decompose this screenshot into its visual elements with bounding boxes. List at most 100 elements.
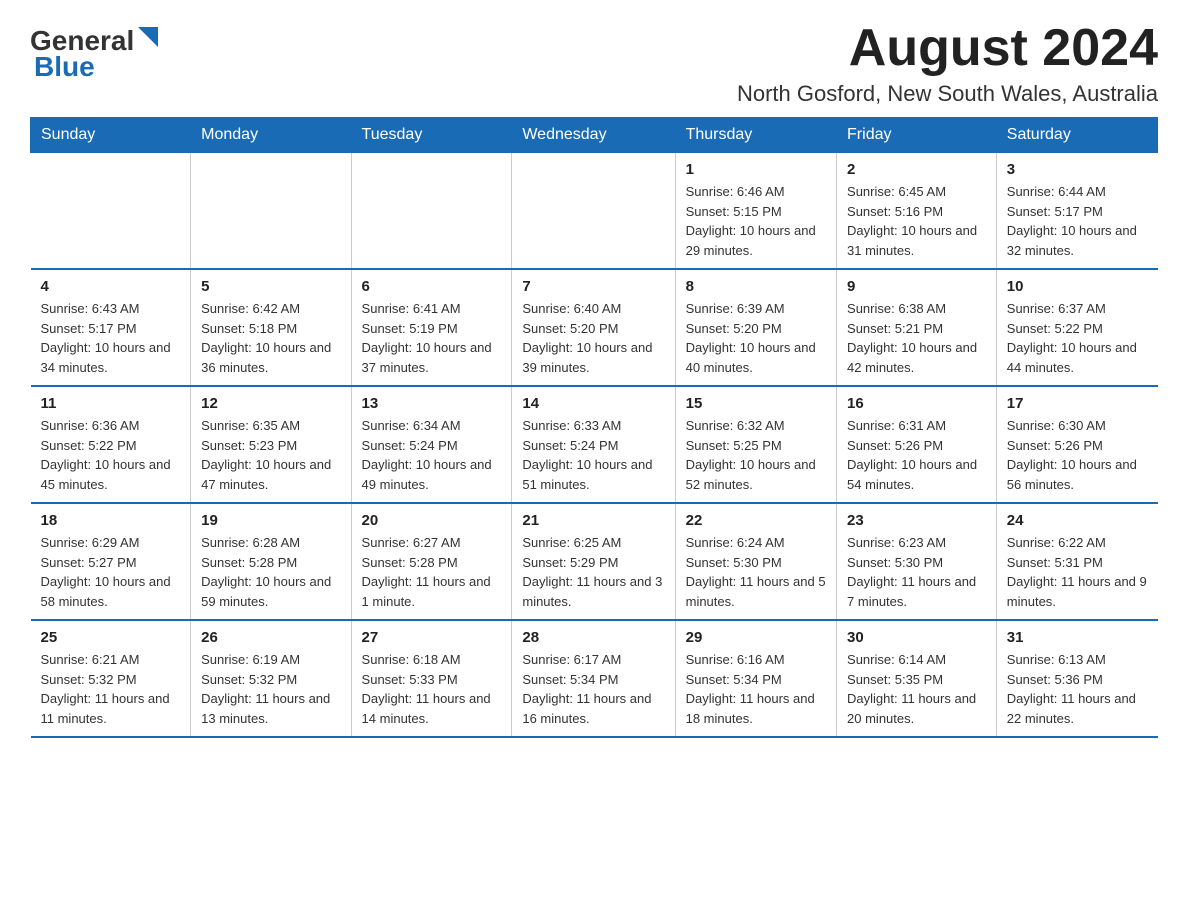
day-info: Sunrise: 6:13 AMSunset: 5:36 PMDaylight:… — [1007, 650, 1148, 728]
calendar-header-friday: Friday — [837, 118, 997, 153]
calendar-day-cell: 27 Sunrise: 6:18 AMSunset: 5:33 PMDayligh… — [351, 620, 512, 737]
day-info: Sunrise: 6:25 AMSunset: 5:29 PMDaylight:… — [522, 533, 664, 611]
day-number: 27 — [362, 629, 502, 646]
calendar-day-cell: 12 Sunrise: 6:35 AMSunset: 5:23 PMDayligh… — [191, 386, 351, 503]
calendar-header-row: SundayMondayTuesdayWednesdayThursdayFrid… — [31, 118, 1158, 153]
calendar-day-cell: 14Sunrise: 6:33 AMSunset: 5:24 PMDayligh… — [512, 386, 675, 503]
calendar-day-cell: 16Sunrise: 6:31 AMSunset: 5:26 PMDayligh… — [837, 386, 997, 503]
title-section: August 2024 North Gosford, New South Wal… — [737, 20, 1158, 107]
calendar-header-monday: Monday — [191, 118, 351, 153]
day-info: Sunrise: 6:44 AMSunset: 5:17 PMDaylight:… — [1007, 182, 1148, 260]
day-info: Sunrise: 6:23 AMSunset: 5:30 PMDaylight:… — [847, 533, 986, 611]
calendar-day-cell — [31, 153, 191, 270]
day-info: Sunrise: 6:18 AMSunset: 5:33 PMDaylight:… — [362, 650, 502, 728]
day-info: Sunrise: 6:19 AMSunset: 5:32 PMDaylight:… — [201, 650, 340, 728]
calendar-day-cell: 2Sunrise: 6:45 AMSunset: 5:16 PMDaylight… — [837, 153, 997, 270]
day-number: 29 — [686, 629, 826, 646]
day-info: Sunrise: 6:41 AMSunset: 5:19 PMDaylight:… — [362, 299, 502, 377]
day-info: Sunrise: 6:43 AMSunset: 5:17 PMDaylight:… — [41, 299, 181, 377]
calendar-day-cell: 18 Sunrise: 6:29 AMSunset: 5:27 PMDayligh… — [31, 503, 191, 620]
day-info: Sunrise: 6:37 AMSunset: 5:22 PMDaylight:… — [1007, 299, 1148, 377]
calendar-day-cell: 1 Sunrise: 6:46 AMSunset: 5:15 PMDaylight… — [675, 153, 836, 270]
day-info: Sunrise: 6:22 AMSunset: 5:31 PMDaylight:… — [1007, 533, 1148, 611]
day-number: 20 — [362, 512, 502, 529]
month-title: August 2024 — [737, 20, 1158, 77]
day-number: 5 — [201, 278, 340, 295]
calendar-day-cell: 4 Sunrise: 6:43 AMSunset: 5:17 PMDaylight… — [31, 269, 191, 386]
day-info: Sunrise: 6:38 AMSunset: 5:21 PMDaylight:… — [847, 299, 986, 377]
day-number: 22 — [686, 512, 826, 529]
day-number: 18 — [41, 512, 181, 529]
day-number: 24 — [1007, 512, 1148, 529]
calendar-day-cell: 25 Sunrise: 6:21 AMSunset: 5:32 PMDayligh… — [31, 620, 191, 737]
day-info: Sunrise: 6:40 AMSunset: 5:20 PMDaylight:… — [522, 299, 664, 377]
calendar-day-cell: 31 Sunrise: 6:13 AMSunset: 5:36 PMDayligh… — [996, 620, 1157, 737]
day-number: 6 — [362, 278, 502, 295]
day-number: 10 — [1007, 278, 1148, 295]
calendar-header-tuesday: Tuesday — [351, 118, 512, 153]
calendar-week-row: 11Sunrise: 6:36 AMSunset: 5:22 PMDayligh… — [31, 386, 1158, 503]
calendar-day-cell — [191, 153, 351, 270]
day-info: Sunrise: 6:21 AMSunset: 5:32 PMDaylight:… — [41, 650, 181, 728]
calendar-header-saturday: Saturday — [996, 118, 1157, 153]
calendar-week-row: 4 Sunrise: 6:43 AMSunset: 5:17 PMDaylight… — [31, 269, 1158, 386]
day-info: Sunrise: 6:14 AMSunset: 5:35 PMDaylight:… — [847, 650, 986, 728]
calendar-day-cell: 11Sunrise: 6:36 AMSunset: 5:22 PMDayligh… — [31, 386, 191, 503]
day-info: Sunrise: 6:17 AMSunset: 5:34 PMDaylight:… — [522, 650, 664, 728]
day-number: 1 — [686, 161, 826, 178]
day-number: 25 — [41, 629, 181, 646]
calendar-day-cell: 17Sunrise: 6:30 AMSunset: 5:26 PMDayligh… — [996, 386, 1157, 503]
day-number: 16 — [847, 395, 986, 412]
day-info: Sunrise: 6:24 AMSunset: 5:30 PMDaylight:… — [686, 533, 826, 611]
day-number: 8 — [686, 278, 826, 295]
calendar-day-cell: 5 Sunrise: 6:42 AMSunset: 5:18 PMDaylight… — [191, 269, 351, 386]
calendar-day-cell: 6 Sunrise: 6:41 AMSunset: 5:19 PMDaylight… — [351, 269, 512, 386]
day-info: Sunrise: 6:42 AMSunset: 5:18 PMDaylight:… — [201, 299, 340, 377]
day-number: 30 — [847, 629, 986, 646]
day-number: 21 — [522, 512, 664, 529]
calendar-header-wednesday: Wednesday — [512, 118, 675, 153]
calendar-header-thursday: Thursday — [675, 118, 836, 153]
logo-blue-text: Blue — [34, 51, 95, 83]
day-number: 31 — [1007, 629, 1148, 646]
day-info: Sunrise: 6:39 AMSunset: 5:20 PMDaylight:… — [686, 299, 826, 377]
calendar-day-cell: 29 Sunrise: 6:16 AMSunset: 5:34 PMDayligh… — [675, 620, 836, 737]
day-number: 4 — [41, 278, 181, 295]
calendar-day-cell: 26Sunrise: 6:19 AMSunset: 5:32 PMDayligh… — [191, 620, 351, 737]
day-info: Sunrise: 6:33 AMSunset: 5:24 PMDaylight:… — [522, 416, 664, 494]
day-number: 13 — [362, 395, 502, 412]
calendar-day-cell — [512, 153, 675, 270]
day-number: 23 — [847, 512, 986, 529]
calendar-day-cell: 13 Sunrise: 6:34 AMSunset: 5:24 PMDayligh… — [351, 386, 512, 503]
day-number: 19 — [201, 512, 340, 529]
calendar-day-cell: 22 Sunrise: 6:24 AMSunset: 5:30 PMDayligh… — [675, 503, 836, 620]
day-info: Sunrise: 6:46 AMSunset: 5:15 PMDaylight:… — [686, 182, 826, 260]
day-info: Sunrise: 6:30 AMSunset: 5:26 PMDaylight:… — [1007, 416, 1148, 494]
calendar-day-cell: 15 Sunrise: 6:32 AMSunset: 5:25 PMDayligh… — [675, 386, 836, 503]
page-header: General Blue August 2024 North Gosford, … — [30, 20, 1158, 107]
calendar-day-cell — [351, 153, 512, 270]
day-info: Sunrise: 6:29 AMSunset: 5:27 PMDaylight:… — [41, 533, 181, 611]
day-info: Sunrise: 6:27 AMSunset: 5:28 PMDaylight:… — [362, 533, 502, 611]
day-info: Sunrise: 6:16 AMSunset: 5:34 PMDaylight:… — [686, 650, 826, 728]
calendar-day-cell: 19Sunrise: 6:28 AMSunset: 5:28 PMDayligh… — [191, 503, 351, 620]
logo: General Blue — [30, 25, 158, 83]
calendar-week-row: 1 Sunrise: 6:46 AMSunset: 5:15 PMDaylight… — [31, 153, 1158, 270]
calendar-day-cell: 3Sunrise: 6:44 AMSunset: 5:17 PMDaylight… — [996, 153, 1157, 270]
calendar-day-cell: 9 Sunrise: 6:38 AMSunset: 5:21 PMDaylight… — [837, 269, 997, 386]
day-info: Sunrise: 6:45 AMSunset: 5:16 PMDaylight:… — [847, 182, 986, 260]
calendar-day-cell: 8 Sunrise: 6:39 AMSunset: 5:20 PMDaylight… — [675, 269, 836, 386]
day-info: Sunrise: 6:36 AMSunset: 5:22 PMDaylight:… — [41, 416, 181, 494]
day-info: Sunrise: 6:34 AMSunset: 5:24 PMDaylight:… — [362, 416, 502, 494]
calendar-table: SundayMondayTuesdayWednesdayThursdayFrid… — [30, 117, 1158, 738]
day-number: 15 — [686, 395, 826, 412]
calendar-day-cell: 20 Sunrise: 6:27 AMSunset: 5:28 PMDayligh… — [351, 503, 512, 620]
day-info: Sunrise: 6:35 AMSunset: 5:23 PMDaylight:… — [201, 416, 340, 494]
location-title: North Gosford, New South Wales, Australi… — [737, 81, 1158, 107]
day-number: 12 — [201, 395, 340, 412]
day-info: Sunrise: 6:32 AMSunset: 5:25 PMDaylight:… — [686, 416, 826, 494]
day-number: 28 — [522, 629, 664, 646]
day-number: 9 — [847, 278, 986, 295]
logo-arrow-icon — [138, 27, 158, 47]
day-number: 7 — [522, 278, 664, 295]
